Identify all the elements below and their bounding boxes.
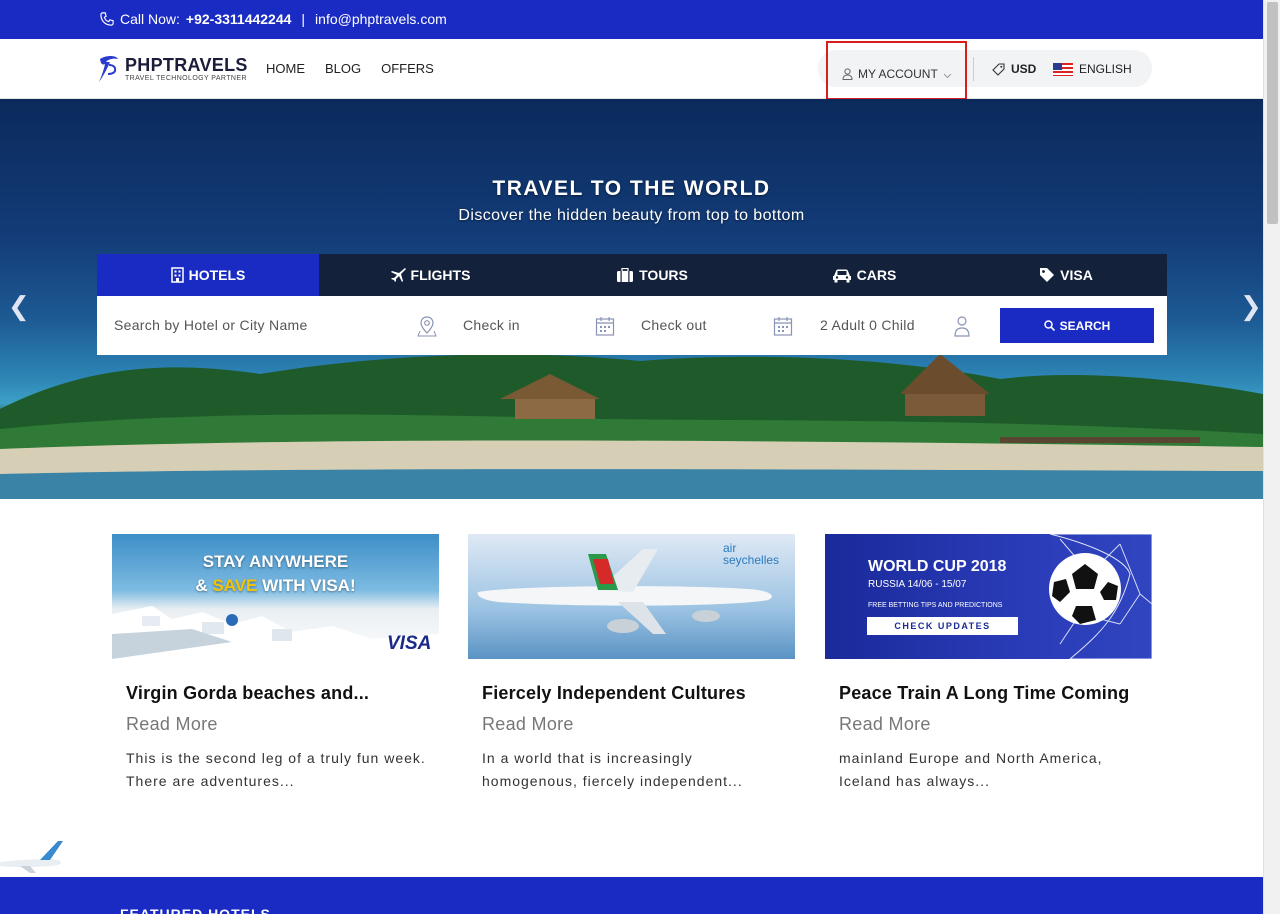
phone-icon: [100, 12, 114, 26]
guests-selector[interactable]: 2 Adult 0 Child: [820, 317, 915, 333]
visa-promo-banner[interactable]: STAY ANYWHERE & SAVE WITH VISA! VISA: [112, 534, 439, 659]
slider-prev-icon[interactable]: ❮: [8, 291, 30, 322]
featured-hotels-title: FEATURED HOTELS: [120, 906, 271, 914]
read-more-link[interactable]: Read More: [839, 714, 1152, 735]
contact-separator: |: [301, 11, 306, 27]
calendar-icon: [595, 317, 615, 336]
featured-hotels-section: FEATURED HOTELS: [0, 877, 1263, 914]
top-contact-bar: Call Now: +92-3311442244 | info@phptrave…: [0, 0, 1263, 39]
hero-title: TRAVEL TO THE WORLD: [492, 177, 771, 200]
tab-tours[interactable]: TOURS: [541, 254, 763, 296]
tab-hotels-label: HOTELS: [188, 267, 246, 283]
scrollbar-thumb[interactable]: [1267, 2, 1278, 224]
air-seychelles-logo: air seychelles: [723, 541, 780, 567]
header-divider: [973, 57, 974, 81]
blog-card-excerpt: This is the second leg of a truly fun we…: [126, 750, 426, 789]
site-logo[interactable]: PHPTRAVELS TRAVEL TECHNOLOGY PARTNER: [96, 53, 248, 85]
checkout-input[interactable]: Check out: [641, 317, 707, 333]
blog-card-excerpt: mainland Europe and North America, Icela…: [839, 750, 1103, 789]
search-icon: [1043, 320, 1055, 331]
check-updates-button[interactable]: CHECK UPDATES: [867, 617, 1018, 635]
logo-tagline: TRAVEL TECHNOLOGY PARTNER: [125, 75, 247, 82]
tab-visa[interactable]: VISA: [965, 254, 1167, 296]
currency-label: USD: [1011, 62, 1037, 76]
page-scrollbar[interactable]: [1263, 0, 1280, 914]
soccer-ball-image: [1049, 534, 1152, 659]
tag-icon: [1040, 268, 1055, 282]
hotel-search-form: Search by Hotel or City Name Check in Ch…: [97, 296, 1167, 355]
blog-card[interactable]: WORLD CUP 2018 RUSSIA 14/06 - 15/07 FREE…: [825, 534, 1152, 793]
currency-selector[interactable]: USD: [992, 62, 1036, 76]
calendar-icon: [773, 317, 793, 336]
user-icon: [842, 68, 853, 80]
visa-banner-line2-pre: &: [195, 576, 213, 595]
blog-card[interactable]: air seychelles Fiercely Independent Cult…: [468, 534, 795, 793]
island-resort-image: [0, 354, 1263, 499]
tab-flights[interactable]: FLIGHTS: [319, 254, 541, 296]
world-cup-tips: FREE BETTING TIPS AND PREDICTIONS: [868, 602, 1003, 609]
main-header: PHPTRAVELS TRAVEL TECHNOLOGY PARTNER HOM…: [0, 39, 1263, 100]
language-label: ENGLISH: [1079, 62, 1132, 76]
world-cup-banner[interactable]: WORLD CUP 2018 RUSSIA 14/06 - 15/07 FREE…: [825, 534, 1152, 659]
search-button-label: SEARCH: [1059, 318, 1111, 333]
blog-card-excerpt: In a world that is increasingly homogeno…: [482, 750, 743, 789]
plane-icon: [390, 268, 406, 282]
user-icon: [954, 316, 970, 337]
search-button[interactable]: SEARCH: [1000, 308, 1154, 343]
tab-tours-label: TOURS: [639, 267, 688, 283]
tag-icon: [992, 62, 1005, 76]
air-seychelles-banner[interactable]: air seychelles: [468, 534, 795, 659]
airplane-decoration-icon: [0, 841, 63, 873]
visa-logo: VISA: [387, 633, 432, 654]
us-flag-icon: [1053, 62, 1073, 76]
phone-number[interactable]: +92-3311442244: [186, 11, 292, 27]
world-cup-dates: RUSSIA 14/06 - 15/07: [868, 579, 967, 590]
hero-banner: TRAVEL TO THE WORLD Discover the hidden …: [0, 99, 1263, 499]
nav-home[interactable]: HOME: [266, 61, 305, 76]
my-account-label: MY ACCOUNT: [858, 67, 938, 81]
visa-banner-line2: & SAVE WITH VISA!: [112, 576, 439, 596]
building-icon: [170, 267, 184, 283]
car-icon: [832, 269, 851, 282]
tab-hotels[interactable]: HOTELS: [97, 254, 319, 296]
my-account-dropdown[interactable]: MY ACCOUNT: [826, 41, 967, 100]
location-pin-icon: [417, 316, 437, 337]
visa-banner-save: SAVE: [212, 576, 258, 595]
call-now-label: Call Now:: [120, 11, 180, 27]
hero-subtitle: Discover the hidden beauty from top to b…: [458, 207, 805, 224]
nav-offers[interactable]: OFFERS: [381, 61, 434, 76]
tab-visa-label: VISA: [1060, 267, 1093, 283]
read-more-link[interactable]: Read More: [482, 714, 795, 735]
suitcase-icon: [617, 267, 634, 282]
email-link[interactable]: info@phptravels.com: [315, 11, 447, 27]
tab-cars-label: CARS: [856, 267, 897, 283]
visa-banner-line1: STAY ANYWHERE: [202, 552, 349, 571]
tab-flights-label: FLIGHTS: [410, 267, 471, 283]
blog-card-title[interactable]: Fiercely Independent Cultures: [482, 683, 795, 704]
tab-cars[interactable]: CARS: [763, 254, 965, 296]
checkin-input[interactable]: Check in: [463, 317, 520, 333]
visa-banner-line2-post: WITH VISA!: [257, 576, 356, 595]
logo-name: PHPTRAVELS: [125, 55, 248, 75]
nav-blog[interactable]: BLOG: [325, 61, 361, 76]
chevron-down-icon: [943, 73, 952, 78]
world-cup-title: WORLD CUP 2018: [868, 558, 1007, 575]
blog-card-title[interactable]: Peace Train A Long Time Coming: [839, 683, 1152, 704]
blog-card[interactable]: STAY ANYWHERE & SAVE WITH VISA! VISA Vir…: [112, 534, 439, 793]
main-nav: HOME BLOG OFFERS: [266, 61, 434, 76]
blog-card-title[interactable]: Virgin Gorda beaches and...: [126, 683, 439, 704]
language-selector[interactable]: ENGLISH: [1053, 62, 1132, 76]
destination-input[interactable]: Search by Hotel or City Name: [114, 317, 308, 333]
logo-mark-icon: [99, 56, 118, 82]
search-tabs: HOTELS FLIGHTS TOURS CARS VISA: [97, 254, 1167, 296]
slider-next-icon[interactable]: ❯: [1240, 291, 1262, 322]
read-more-link[interactable]: Read More: [126, 714, 439, 735]
